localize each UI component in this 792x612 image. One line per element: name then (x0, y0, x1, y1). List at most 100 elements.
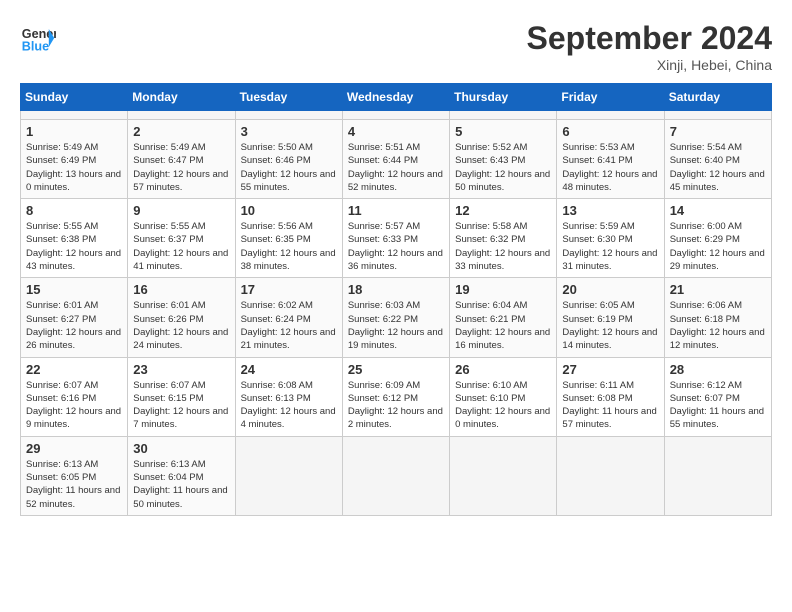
logo-icon: General Blue (20, 20, 56, 56)
header: General Blue September 2024 Xinji, Hebei… (20, 20, 772, 73)
day-info: Sunrise: 6:05 AM Sunset: 6:19 PM Dayligh… (562, 299, 658, 352)
calendar-cell: 14 Sunrise: 6:00 AM Sunset: 6:29 PM Dayl… (664, 199, 771, 278)
calendar-cell: 6 Sunrise: 5:53 AM Sunset: 6:41 PM Dayli… (557, 120, 664, 199)
day-info: Sunrise: 6:01 AM Sunset: 6:27 PM Dayligh… (26, 299, 122, 352)
day-number: 3 (241, 124, 337, 139)
calendar-cell: 27 Sunrise: 6:11 AM Sunset: 6:08 PM Dayl… (557, 357, 664, 436)
day-number: 25 (348, 362, 444, 377)
day-number: 9 (133, 203, 229, 218)
day-number: 28 (670, 362, 766, 377)
calendar-cell: 21 Sunrise: 6:06 AM Sunset: 6:18 PM Dayl… (664, 278, 771, 357)
calendar-cell (450, 111, 557, 120)
day-info: Sunrise: 5:59 AM Sunset: 6:30 PM Dayligh… (562, 220, 658, 273)
day-number: 22 (26, 362, 122, 377)
day-number: 18 (348, 282, 444, 297)
calendar-cell: 1 Sunrise: 5:49 AM Sunset: 6:49 PM Dayli… (21, 120, 128, 199)
day-number: 24 (241, 362, 337, 377)
calendar-cell: 12 Sunrise: 5:58 AM Sunset: 6:32 PM Dayl… (450, 199, 557, 278)
day-number: 7 (670, 124, 766, 139)
day-number: 29 (26, 441, 122, 456)
day-info: Sunrise: 5:49 AM Sunset: 6:49 PM Dayligh… (26, 141, 122, 194)
calendar-cell: 5 Sunrise: 5:52 AM Sunset: 6:43 PM Dayli… (450, 120, 557, 199)
col-friday: Friday (557, 84, 664, 111)
calendar-cell: 10 Sunrise: 5:56 AM Sunset: 6:35 PM Dayl… (235, 199, 342, 278)
calendar-cell: 24 Sunrise: 6:08 AM Sunset: 6:13 PM Dayl… (235, 357, 342, 436)
calendar-cell: 28 Sunrise: 6:12 AM Sunset: 6:07 PM Dayl… (664, 357, 771, 436)
calendar-cell: 16 Sunrise: 6:01 AM Sunset: 6:26 PM Dayl… (128, 278, 235, 357)
calendar-cell: 8 Sunrise: 5:55 AM Sunset: 6:38 PM Dayli… (21, 199, 128, 278)
day-number: 8 (26, 203, 122, 218)
day-number: 2 (133, 124, 229, 139)
calendar-cell (664, 111, 771, 120)
calendar-cell: 4 Sunrise: 5:51 AM Sunset: 6:44 PM Dayli… (342, 120, 449, 199)
day-number: 16 (133, 282, 229, 297)
calendar-cell: 18 Sunrise: 6:03 AM Sunset: 6:22 PM Dayl… (342, 278, 449, 357)
calendar-cell: 15 Sunrise: 6:01 AM Sunset: 6:27 PM Dayl… (21, 278, 128, 357)
day-info: Sunrise: 5:58 AM Sunset: 6:32 PM Dayligh… (455, 220, 551, 273)
calendar-week-4: 22 Sunrise: 6:07 AM Sunset: 6:16 PM Dayl… (21, 357, 772, 436)
day-number: 17 (241, 282, 337, 297)
calendar-cell: 19 Sunrise: 6:04 AM Sunset: 6:21 PM Dayl… (450, 278, 557, 357)
calendar-cell: 29 Sunrise: 6:13 AM Sunset: 6:05 PM Dayl… (21, 436, 128, 515)
col-sunday: Sunday (21, 84, 128, 111)
day-number: 30 (133, 441, 229, 456)
day-number: 12 (455, 203, 551, 218)
day-number: 11 (348, 203, 444, 218)
day-info: Sunrise: 6:13 AM Sunset: 6:05 PM Dayligh… (26, 458, 122, 511)
calendar-week-3: 15 Sunrise: 6:01 AM Sunset: 6:27 PM Dayl… (21, 278, 772, 357)
day-number: 6 (562, 124, 658, 139)
calendar-cell (342, 436, 449, 515)
day-info: Sunrise: 6:00 AM Sunset: 6:29 PM Dayligh… (670, 220, 766, 273)
day-info: Sunrise: 5:52 AM Sunset: 6:43 PM Dayligh… (455, 141, 551, 194)
day-info: Sunrise: 6:04 AM Sunset: 6:21 PM Dayligh… (455, 299, 551, 352)
day-info: Sunrise: 5:53 AM Sunset: 6:41 PM Dayligh… (562, 141, 658, 194)
logo: General Blue (20, 20, 56, 56)
calendar-cell: 13 Sunrise: 5:59 AM Sunset: 6:30 PM Dayl… (557, 199, 664, 278)
calendar-cell: 25 Sunrise: 6:09 AM Sunset: 6:12 PM Dayl… (342, 357, 449, 436)
day-number: 26 (455, 362, 551, 377)
calendar-cell: 26 Sunrise: 6:10 AM Sunset: 6:10 PM Dayl… (450, 357, 557, 436)
day-number: 5 (455, 124, 551, 139)
calendar-cell: 23 Sunrise: 6:07 AM Sunset: 6:15 PM Dayl… (128, 357, 235, 436)
svg-text:Blue: Blue (22, 40, 49, 54)
month-title: September 2024 (527, 20, 772, 57)
calendar-cell: 17 Sunrise: 6:02 AM Sunset: 6:24 PM Dayl… (235, 278, 342, 357)
day-number: 15 (26, 282, 122, 297)
calendar-week-0 (21, 111, 772, 120)
calendar-cell (557, 436, 664, 515)
day-info: Sunrise: 5:55 AM Sunset: 6:38 PM Dayligh… (26, 220, 122, 273)
day-info: Sunrise: 6:09 AM Sunset: 6:12 PM Dayligh… (348, 379, 444, 432)
day-info: Sunrise: 6:06 AM Sunset: 6:18 PM Dayligh… (670, 299, 766, 352)
day-info: Sunrise: 6:02 AM Sunset: 6:24 PM Dayligh… (241, 299, 337, 352)
day-info: Sunrise: 5:57 AM Sunset: 6:33 PM Dayligh… (348, 220, 444, 273)
calendar-cell (342, 111, 449, 120)
calendar-cell (557, 111, 664, 120)
day-info: Sunrise: 6:10 AM Sunset: 6:10 PM Dayligh… (455, 379, 551, 432)
day-info: Sunrise: 6:13 AM Sunset: 6:04 PM Dayligh… (133, 458, 229, 511)
calendar-cell (128, 111, 235, 120)
day-number: 21 (670, 282, 766, 297)
day-number: 4 (348, 124, 444, 139)
header-row: Sunday Monday Tuesday Wednesday Thursday… (21, 84, 772, 111)
calendar-week-5: 29 Sunrise: 6:13 AM Sunset: 6:05 PM Dayl… (21, 436, 772, 515)
day-number: 19 (455, 282, 551, 297)
day-number: 27 (562, 362, 658, 377)
calendar-cell (235, 111, 342, 120)
day-number: 13 (562, 203, 658, 218)
calendar-week-2: 8 Sunrise: 5:55 AM Sunset: 6:38 PM Dayli… (21, 199, 772, 278)
location: Xinji, Hebei, China (527, 57, 772, 73)
col-monday: Monday (128, 84, 235, 111)
calendar-cell (235, 436, 342, 515)
day-number: 23 (133, 362, 229, 377)
calendar-cell: 2 Sunrise: 5:49 AM Sunset: 6:47 PM Dayli… (128, 120, 235, 199)
day-info: Sunrise: 5:49 AM Sunset: 6:47 PM Dayligh… (133, 141, 229, 194)
calendar-cell: 3 Sunrise: 5:50 AM Sunset: 6:46 PM Dayli… (235, 120, 342, 199)
calendar-cell (664, 436, 771, 515)
day-number: 20 (562, 282, 658, 297)
calendar-cell: 11 Sunrise: 5:57 AM Sunset: 6:33 PM Dayl… (342, 199, 449, 278)
col-tuesday: Tuesday (235, 84, 342, 111)
day-info: Sunrise: 5:56 AM Sunset: 6:35 PM Dayligh… (241, 220, 337, 273)
day-info: Sunrise: 5:55 AM Sunset: 6:37 PM Dayligh… (133, 220, 229, 273)
calendar-cell: 22 Sunrise: 6:07 AM Sunset: 6:16 PM Dayl… (21, 357, 128, 436)
calendar-cell: 20 Sunrise: 6:05 AM Sunset: 6:19 PM Dayl… (557, 278, 664, 357)
